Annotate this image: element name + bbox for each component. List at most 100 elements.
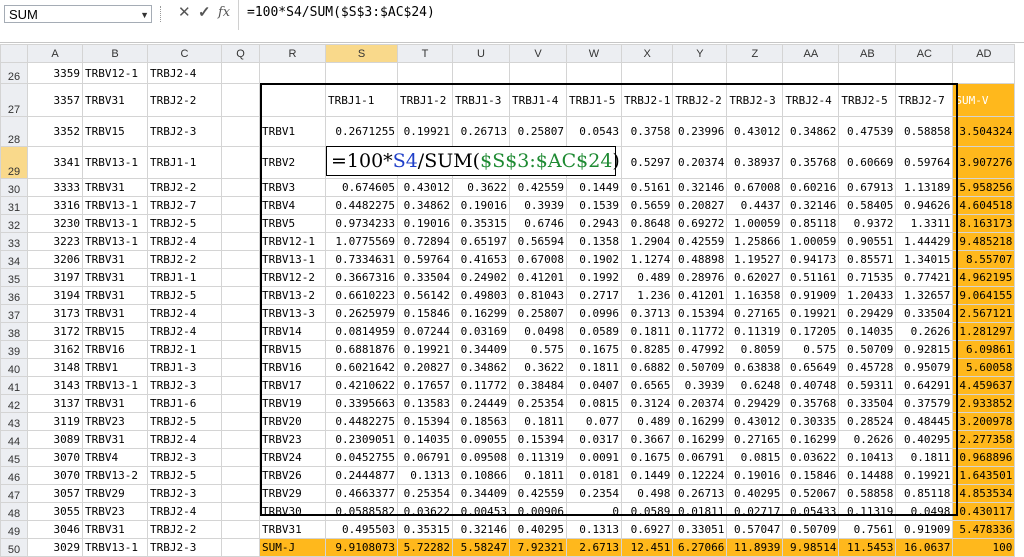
value-cell[interactable]: 0.4210622 <box>325 376 398 395</box>
cell-b[interactable]: TRBV31 <box>82 394 148 413</box>
cell-a[interactable]: 3352 <box>27 116 83 147</box>
sum-v-cell[interactable]: 4.962195 <box>952 268 1016 287</box>
sum-j-cell[interactable]: 11.5453 <box>838 538 897 557</box>
value-cell[interactable]: 0.0814959 <box>325 322 398 341</box>
value-cell[interactable]: 0.35768 <box>782 394 840 413</box>
column-header-c[interactable]: C <box>147 44 222 63</box>
cell-c[interactable]: TRBJ2-2 <box>147 178 222 197</box>
value-cell[interactable]: 0.20827 <box>397 358 453 377</box>
value-cell[interactable]: 0.15394 <box>509 430 567 449</box>
value-cell[interactable]: 1.19527 <box>726 250 784 269</box>
value-cell[interactable]: 0.34862 <box>452 358 510 377</box>
cell-b[interactable]: TRBV15 <box>82 322 148 341</box>
cell-c[interactable]: TRBJ2-5 <box>147 286 222 305</box>
value-cell[interactable]: 0.15394 <box>397 412 453 431</box>
select-all-corner[interactable] <box>0 44 28 63</box>
value-cell[interactable]: 0.01811 <box>672 502 728 521</box>
value-cell[interactable]: 0.1675 <box>566 340 622 359</box>
value-cell[interactable]: 0.35768 <box>782 146 840 179</box>
value-cell[interactable]: 0.23996 <box>672 116 728 147</box>
cell-b[interactable]: TRBV12-1 <box>82 62 148 84</box>
sum-v-cell[interactable]: 1.281297 <box>952 322 1016 341</box>
value-cell[interactable]: 0.69272 <box>672 214 728 233</box>
row-label-cell[interactable]: TRBV2 <box>259 146 326 179</box>
value-cell[interactable]: 1.00059 <box>726 214 784 233</box>
cell-a[interactable]: 3137 <box>27 394 83 413</box>
value-cell[interactable]: 0.1811 <box>620 322 674 341</box>
cell-a[interactable]: 3230 <box>27 214 83 233</box>
value-cell[interactable]: 0.19016 <box>397 214 453 233</box>
value-cell[interactable]: 1.2904 <box>620 232 674 251</box>
sum-v-cell[interactable]: 4.604518 <box>952 196 1016 215</box>
cell-c[interactable]: TRBJ1-3 <box>147 358 222 377</box>
value-cell[interactable]: 0.34862 <box>397 196 453 215</box>
cell-c[interactable]: TRBJ2-2 <box>147 250 222 269</box>
value-cell[interactable]: 0.47539 <box>838 116 897 147</box>
column-header-ac[interactable]: AC <box>895 44 954 63</box>
cell-a[interactable]: 3357 <box>27 83 83 117</box>
cell-r[interactable] <box>259 83 326 117</box>
value-cell[interactable]: 0.0815 <box>726 448 784 467</box>
value-cell[interactable]: 0.65649 <box>782 358 840 377</box>
cell-b[interactable]: TRBV31 <box>82 520 148 539</box>
cell-q[interactable] <box>221 268 260 287</box>
cell-c[interactable]: TRBJ2-3 <box>147 538 222 557</box>
cell-a[interactable]: 3089 <box>27 430 83 449</box>
value-cell[interactable]: 0.40295 <box>895 430 954 449</box>
value-cell[interactable]: 0.3395663 <box>325 394 398 413</box>
value-cell[interactable]: 0.60669 <box>838 146 897 179</box>
column-header-aa[interactable]: AA <box>782 44 840 63</box>
value-cell[interactable]: 1.25866 <box>726 232 784 251</box>
value-cell[interactable]: 0.20374 <box>672 146 728 179</box>
cell-empty[interactable] <box>895 62 954 84</box>
value-cell[interactable]: 0.3939 <box>509 196 567 215</box>
cell-c[interactable]: TRBJ2-5 <box>147 466 222 485</box>
value-cell[interactable]: 0.41201 <box>509 268 567 287</box>
value-cell[interactable]: 0.6927 <box>620 520 674 539</box>
value-cell[interactable]: 0.28524 <box>838 412 897 431</box>
sum-j-cell[interactable]: 5.58247 <box>452 538 510 557</box>
column-header-u[interactable]: U <box>452 44 510 63</box>
cell-b[interactable]: TRBV13-2 <box>82 466 148 485</box>
value-cell[interactable]: 0.8648 <box>620 214 674 233</box>
value-cell[interactable]: 0.67008 <box>509 250 567 269</box>
cell-c[interactable]: TRBJ1-6 <box>147 394 222 413</box>
sum-j-cell[interactable]: 12.451 <box>620 538 674 557</box>
value-cell[interactable]: 0.02717 <box>726 502 784 521</box>
value-cell[interactable]: 0.3667 <box>620 430 674 449</box>
row-header[interactable]: 42 <box>0 394 28 413</box>
cell-b[interactable]: TRBV31 <box>82 286 148 305</box>
value-cell[interactable]: 0.9734233 <box>325 214 398 233</box>
value-cell[interactable]: 0.3622 <box>452 178 510 197</box>
cell-empty[interactable] <box>259 62 326 84</box>
cell-b[interactable]: TRBV13-1 <box>82 146 148 179</box>
value-cell[interactable]: 0.11319 <box>726 322 784 341</box>
value-cell[interactable]: 0.33504 <box>895 304 954 323</box>
value-cell[interactable]: 0.91909 <box>782 286 840 305</box>
value-cell[interactable]: 0.67913 <box>838 178 897 197</box>
column-label-cell[interactable]: TRBJ1-4 <box>509 83 567 117</box>
value-cell[interactable]: 0.7561 <box>838 520 897 539</box>
value-cell[interactable]: 0.15846 <box>782 466 840 485</box>
cell-c[interactable]: TRBJ2-3 <box>147 376 222 395</box>
cell-q[interactable] <box>221 412 260 431</box>
value-cell[interactable]: 0.94173 <box>782 250 840 269</box>
value-cell[interactable]: 0.95079 <box>895 358 954 377</box>
cell-empty[interactable] <box>509 62 567 84</box>
value-cell[interactable]: 0.59311 <box>838 376 897 395</box>
cell-empty[interactable] <box>782 62 840 84</box>
value-cell[interactable]: 0.674605 <box>325 178 398 197</box>
cell-b[interactable]: TRBV16 <box>82 340 148 359</box>
value-cell[interactable]: 1.00059 <box>782 232 840 251</box>
cell-c[interactable]: TRBJ2-7 <box>147 196 222 215</box>
cell-a[interactable]: 3070 <box>27 466 83 485</box>
sum-j-cell[interactable]: 2.6713 <box>566 538 622 557</box>
value-cell[interactable]: 0.24902 <box>452 268 510 287</box>
value-cell[interactable]: 0.81043 <box>509 286 567 305</box>
value-cell[interactable]: 1.3311 <box>895 214 954 233</box>
value-cell[interactable]: 1.44429 <box>895 232 954 251</box>
value-cell[interactable]: 0.2671255 <box>325 116 398 147</box>
column-header-b[interactable]: B <box>82 44 148 63</box>
value-cell[interactable]: 0.17205 <box>782 322 840 341</box>
value-cell[interactable]: 0.1449 <box>566 178 622 197</box>
